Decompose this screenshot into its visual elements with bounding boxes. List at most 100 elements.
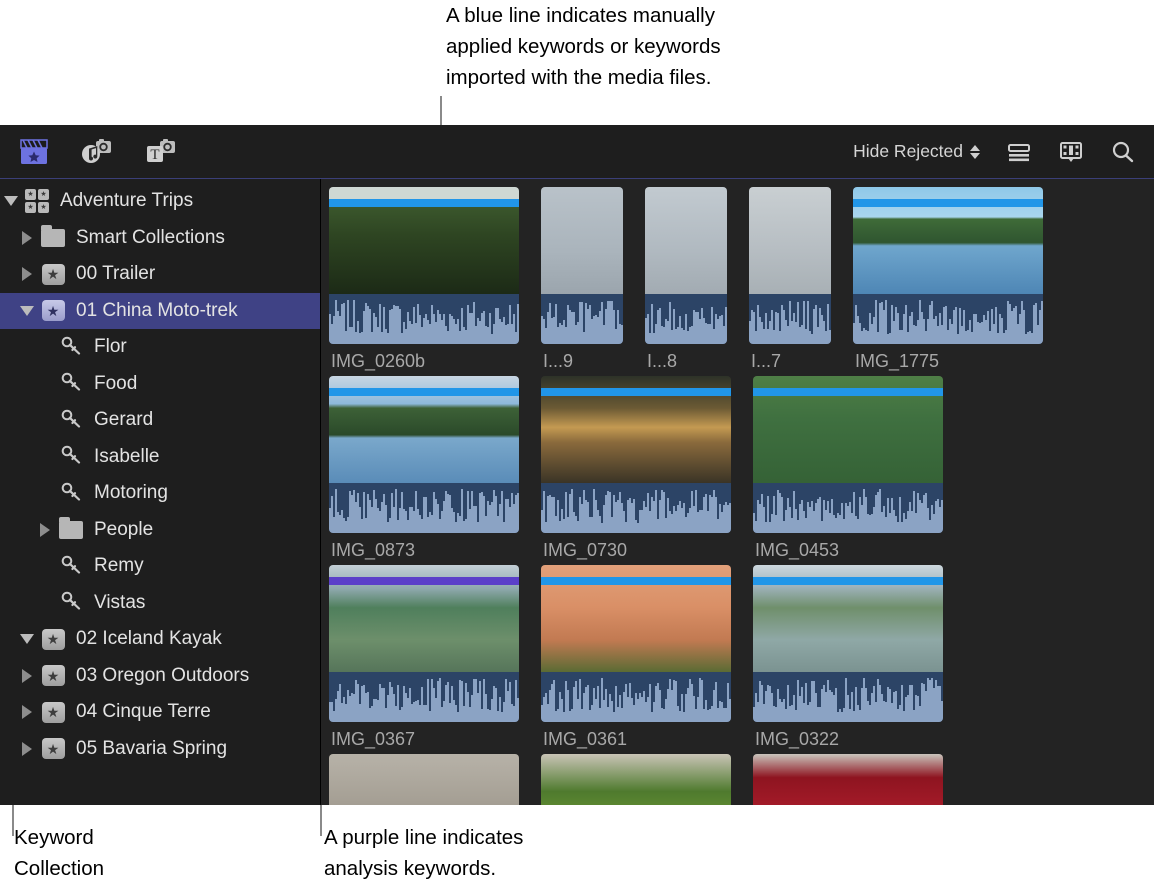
clip-thumbnail[interactable] [853, 187, 1043, 344]
disclosure-triangle-icon[interactable] [16, 634, 38, 644]
clip-item[interactable]: IMG_1775 [853, 187, 1043, 372]
clip-thumbnail[interactable] [753, 376, 943, 533]
disclosure-triangle-icon[interactable] [16, 669, 38, 683]
sidebar-item-adventure-trips[interactable]: ★★★★Adventure Trips [0, 183, 320, 220]
sidebar-item-01-china-moto-trek[interactable]: ★01 China Moto-trek [0, 293, 320, 330]
sidebar-item-label: 00 Trailer [68, 263, 155, 285]
event-star-icon: ★ [42, 665, 65, 686]
sidebar-item-flor[interactable]: Flor [0, 329, 320, 366]
clip-name-label: I...8 [645, 351, 727, 372]
clip-item[interactable]: IMG_0322 [753, 565, 943, 750]
clip-row [329, 754, 1154, 805]
event-star-icon: ★ [42, 300, 65, 321]
clip-thumbnail[interactable] [329, 565, 519, 722]
clip-browser[interactable]: IMG_0260b I...9 I...8 I...7 IMG_1775 IMG_0873… [321, 179, 1154, 805]
folder-icon [59, 521, 83, 539]
sidebar-item-isabelle[interactable]: Isabelle [0, 439, 320, 476]
clip-thumbnail[interactable] [329, 187, 519, 344]
clip-item[interactable]: IMG_0873 [329, 376, 519, 561]
keyword-line [329, 388, 519, 396]
sidebar-item-label: Flor [86, 336, 127, 358]
clip-item[interactable] [329, 754, 519, 805]
clip-item[interactable]: IMG_0361 [541, 565, 731, 750]
sidebar-item-05-bavaria-spring[interactable]: ★05 Bavaria Spring [0, 731, 320, 768]
clip-thumbnail[interactable] [541, 565, 731, 722]
clip-name-label: IMG_0367 [329, 729, 519, 750]
svg-text:T: T [150, 147, 159, 163]
clip-thumbnail[interactable] [329, 376, 519, 533]
list-view-icon[interactable] [1006, 141, 1032, 163]
callout-keyword-collection: Keyword Collection [14, 822, 214, 884]
sidebar-item-label: Smart Collections [68, 227, 225, 249]
sidebar-item-label: 02 Iceland Kayak [68, 628, 222, 650]
search-icon[interactable] [1110, 140, 1136, 164]
keyword-key-icon [61, 555, 82, 578]
clip-poster-frame [749, 187, 831, 294]
sidebar-item-remy[interactable]: Remy [0, 548, 320, 585]
audio-waveform [329, 483, 519, 533]
audio-waveform [645, 294, 727, 344]
sidebar-item-people[interactable]: People [0, 512, 320, 549]
clip-item[interactable]: I...7 [749, 187, 831, 372]
clip-name-label: IMG_0361 [541, 729, 731, 750]
clip-thumbnail[interactable] [541, 376, 731, 533]
folder-icon [41, 229, 65, 247]
sidebar-item-label: People [86, 519, 153, 541]
clip-item[interactable]: I...9 [541, 187, 623, 372]
clip-item[interactable] [541, 754, 731, 805]
sidebar-item-food[interactable]: Food [0, 366, 320, 403]
sidebar-item-smart-collections[interactable]: Smart Collections [0, 220, 320, 257]
keyword-line [329, 199, 519, 207]
disclosure-triangle-icon[interactable] [0, 196, 22, 206]
sidebar-item-motoring[interactable]: Motoring [0, 475, 320, 512]
sidebar-item-gerard[interactable]: Gerard [0, 402, 320, 439]
audio-waveform [541, 483, 731, 533]
clip-item[interactable]: IMG_0367 [329, 565, 519, 750]
photos-and-audio-icon[interactable] [80, 137, 114, 167]
sidebar-item-00-trailer[interactable]: ★00 Trailer [0, 256, 320, 293]
clip-thumbnail[interactable] [753, 565, 943, 722]
audio-waveform [749, 294, 831, 344]
sidebar-item-02-iceland-kayak[interactable]: ★02 Iceland Kayak [0, 621, 320, 658]
clip-name-label: IMG_0730 [541, 540, 731, 561]
clip-name-label: I...9 [541, 351, 623, 372]
clip-item[interactable]: IMG_0260b [329, 187, 519, 372]
audio-waveform [753, 483, 943, 533]
clip-thumbnail[interactable] [329, 754, 519, 805]
clip-item[interactable]: IMG_0730 [541, 376, 731, 561]
audio-waveform [753, 672, 943, 722]
titles-and-generators-icon[interactable]: T [144, 137, 178, 167]
sidebar-item-label: 03 Oregon Outdoors [68, 665, 249, 687]
hide-rejected-popup[interactable]: Hide Rejected [853, 141, 980, 162]
libraries-icon[interactable] [18, 137, 50, 167]
disclosure-triangle-icon[interactable] [16, 231, 38, 245]
disclosure-triangle-icon[interactable] [34, 523, 56, 537]
clip-thumbnail[interactable] [753, 754, 943, 805]
final-cut-pro-window: T Hide Rejected [0, 125, 1154, 805]
sidebar-item-vistas[interactable]: Vistas [0, 585, 320, 622]
sidebar-item-04-cinque-terre[interactable]: ★04 Cinque Terre [0, 694, 320, 731]
browser-toolbar: T Hide Rejected [0, 125, 1154, 179]
disclosure-triangle-icon[interactable] [16, 705, 38, 719]
libraries-sidebar[interactable]: ★★★★Adventure TripsSmart Collections★00 … [0, 179, 321, 805]
clip-thumbnail[interactable] [749, 187, 831, 344]
clip-thumbnail[interactable] [541, 754, 731, 805]
audio-waveform [329, 672, 519, 722]
clip-item[interactable]: I...8 [645, 187, 727, 372]
sidebar-item-label: 01 China Moto-trek [68, 300, 238, 322]
disclosure-triangle-icon[interactable] [16, 742, 38, 756]
disclosure-triangle-icon[interactable] [16, 306, 38, 316]
clip-item[interactable]: IMG_0453 [753, 376, 943, 561]
clip-item[interactable] [753, 754, 943, 805]
keyword-line [753, 577, 943, 585]
event-star-icon: ★ [42, 629, 65, 650]
event-star-icon: ★ [42, 738, 65, 759]
clip-thumbnail[interactable] [541, 187, 623, 344]
clip-poster-frame [541, 754, 731, 805]
filmstrip-view-icon[interactable] [1058, 140, 1084, 164]
sidebar-item-03-oregon-outdoors[interactable]: ★03 Oregon Outdoors [0, 658, 320, 695]
clip-thumbnail[interactable] [645, 187, 727, 344]
disclosure-triangle-icon[interactable] [16, 267, 38, 281]
sidebar-item-label: Vistas [86, 592, 145, 614]
sidebar-item-label: Gerard [86, 409, 153, 431]
